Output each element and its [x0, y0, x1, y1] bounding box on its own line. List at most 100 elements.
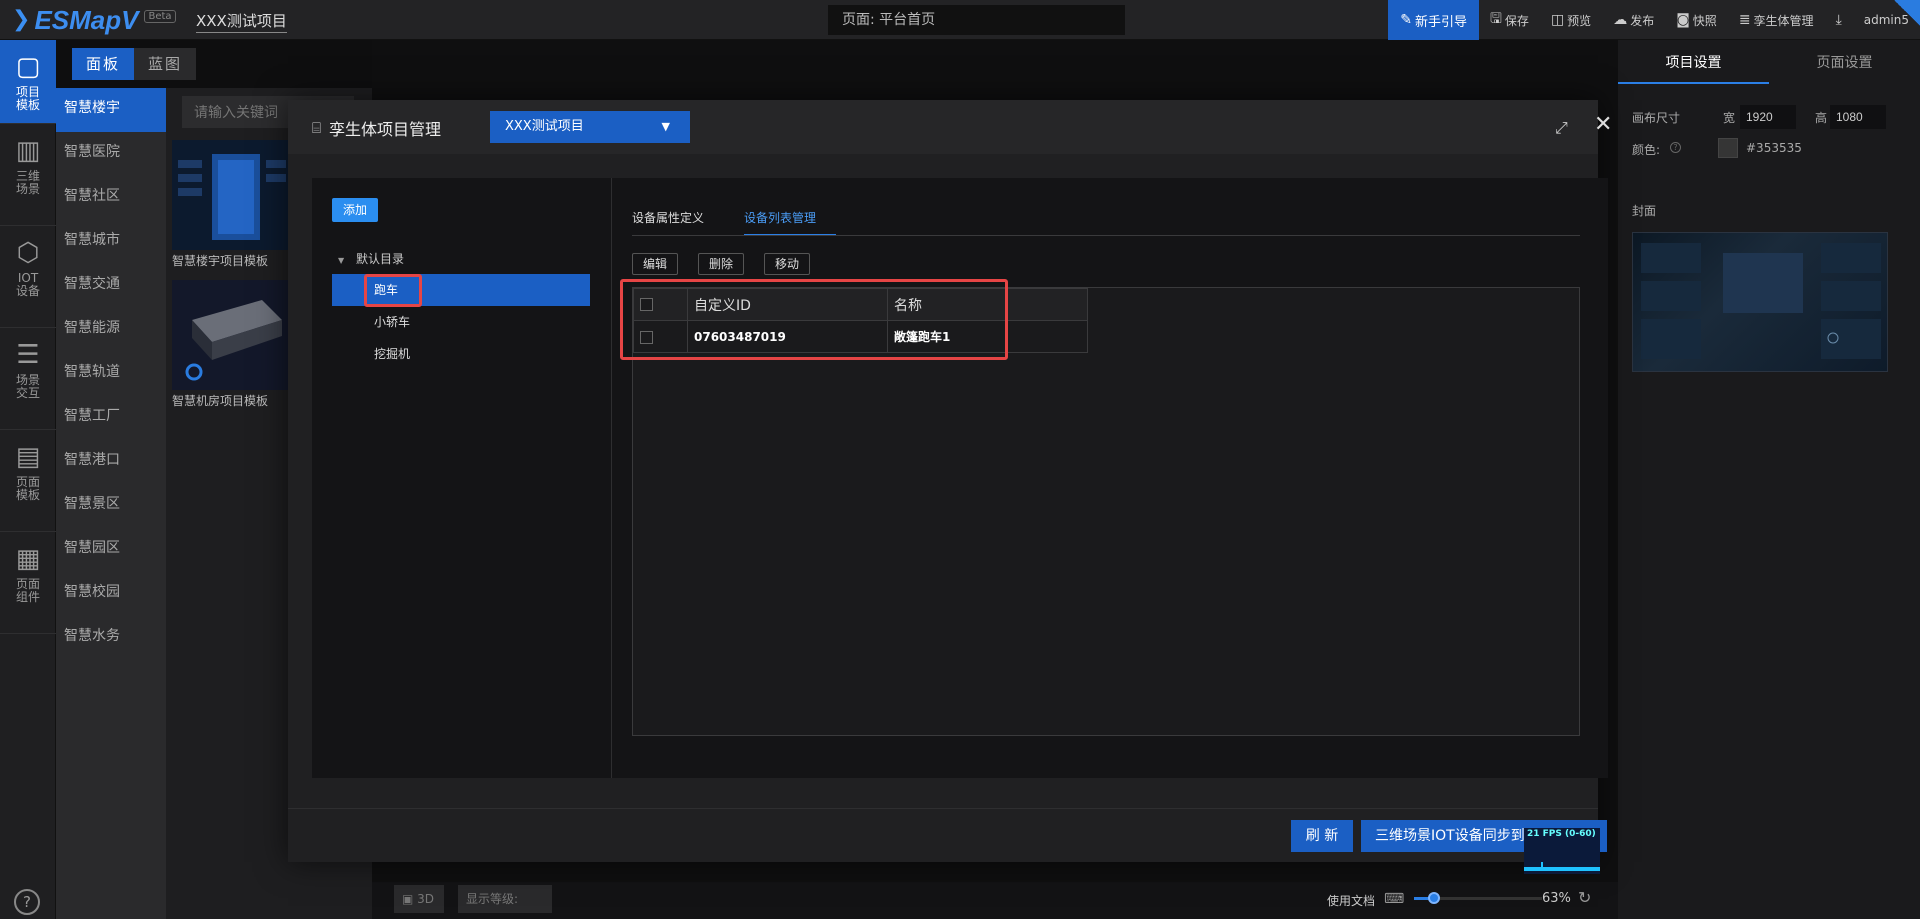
edit-button[interactable]: 编辑 — [632, 253, 679, 275]
table-row[interactable]: 07603487019 敞篷跑车1 — [633, 320, 1088, 353]
cell-custom-id: 07603487019 — [687, 320, 888, 353]
category-item[interactable]: 智慧社区 — [56, 176, 166, 220]
sidebar-item-3d-scene[interactable]: ▥ 三维场景 — [0, 124, 56, 226]
reset-zoom-icon[interactable]: ↻ — [1578, 888, 1591, 907]
zoom-slider-handle[interactable] — [1428, 892, 1440, 904]
sidebar-item-label: IOT设备 — [15, 271, 40, 298]
tab-panel[interactable]: 面板 — [72, 48, 134, 80]
category-item[interactable]: 智慧景区 — [56, 484, 166, 528]
snapshot-button[interactable]: ◙ 快照 — [1665, 0, 1728, 40]
template-label: 智慧机房项目模板 — [172, 394, 269, 408]
canvas-size-label: 画布尺寸 — [1632, 111, 1681, 125]
sidebar-item-label: 三维场景 — [15, 169, 40, 196]
guide-button[interactable]: ✎ 新手引导 — [1388, 0, 1479, 40]
twin-manage-button-label: 孪生体管理 — [1753, 13, 1814, 28]
tree-root[interactable]: ▼ 默认目录 — [338, 250, 404, 267]
tab-page-settings[interactable]: 页面设置 — [1769, 44, 1920, 84]
category-item[interactable]: 智慧园区 — [56, 528, 166, 572]
cube-icon: ▣ — [402, 892, 414, 906]
category-item[interactable]: 智慧校园 — [56, 572, 166, 616]
view-mode-toggle[interactable]: ▣ 3D — [394, 885, 444, 913]
tab-device-list[interactable]: 设备列表管理 — [744, 208, 837, 236]
zoom-value: 63% — [1542, 891, 1571, 906]
tab-blueprint[interactable]: 蓝图 — [134, 48, 196, 80]
keyboard-icon[interactable]: ⌨ — [1384, 891, 1404, 907]
camera-icon: ◫ — [1550, 12, 1565, 28]
category-item[interactable]: 智慧能源 — [56, 308, 166, 352]
building-template-image — [172, 140, 290, 250]
download-button[interactable]: ⤓ — [1825, 0, 1853, 40]
page-select[interactable]: 页面: 平台首页 — [828, 5, 1125, 35]
list-icon: ≣ — [1738, 12, 1751, 28]
category-item[interactable]: 智慧交通 — [56, 264, 166, 308]
snapshot-button-label: 快照 — [1692, 13, 1717, 28]
help-icon[interactable]: ? — [14, 889, 40, 915]
modal-title: ⌸ 孪生体项目管理 — [312, 116, 441, 140]
tab-project-settings[interactable]: 项目设置 — [1618, 44, 1769, 84]
datacenter-template-image — [172, 280, 290, 390]
tabs-divider — [632, 235, 1580, 236]
color-swatch[interactable] — [1718, 138, 1738, 158]
sidebar-item-iot-device[interactable]: ⬡ IOT设备 — [0, 226, 56, 328]
category-item[interactable]: 智慧楼宇 — [56, 88, 166, 132]
sidebar-item-page-template[interactable]: ▤ 页面模板 — [0, 430, 56, 532]
display-level: 显示等级: 20.1 — [458, 885, 552, 913]
tree-node[interactable]: 挖掘机 — [332, 338, 590, 370]
category-item[interactable]: 智慧医院 — [56, 132, 166, 176]
cell-name: 敞篷跑车1 — [887, 320, 1088, 353]
project-name-link[interactable]: XXX测试项目 — [196, 10, 287, 33]
delete-button[interactable]: 删除 — [698, 253, 745, 275]
project-dropdown-value: XXX测试项目 — [505, 119, 584, 134]
cube-icon: ⬡ — [16, 238, 40, 268]
guide-button-label: 新手引导 — [1414, 14, 1467, 30]
row-checkbox[interactable] — [640, 330, 653, 344]
category-list: 智慧楼宇 智慧医院 智慧社区 智慧城市 智慧交通 智慧能源 智慧轨道 智慧工厂 智慧港口 智慧景区… — [56, 88, 166, 919]
sidebar-item-scene-interaction[interactable]: ☰ 场景交互 — [0, 328, 56, 430]
template-icon: ▢ — [15, 52, 41, 82]
tree-node[interactable]: 跑车 — [332, 274, 590, 306]
sidebar-item-label: 场景交互 — [15, 373, 40, 400]
sidebar-item-page-component[interactable]: ▦ 页面组件 — [0, 532, 56, 634]
category-item[interactable]: 智慧工厂 — [56, 396, 166, 440]
tree-divider — [611, 178, 612, 778]
twin-manage-button[interactable]: ≣ 孪生体管理 — [1728, 0, 1825, 40]
cover-dashboard-image — [1641, 243, 1881, 359]
cloud-upload-icon: ☁ — [1613, 12, 1628, 28]
sidebar-item-project-template[interactable]: ▢ 项目模板 — [0, 40, 56, 124]
template-thumbnail[interactable] — [172, 140, 290, 250]
tree-node[interactable]: 小轿车 — [332, 306, 590, 338]
project-dropdown[interactable]: XXX测试项目 ▼ — [490, 111, 690, 143]
category-item[interactable]: 智慧港口 — [56, 440, 166, 484]
canvas-height-input[interactable] — [1830, 105, 1886, 129]
move-button[interactable]: 移动 — [764, 253, 811, 275]
save-button-label: 保存 — [1504, 13, 1529, 28]
layout-icon: ▤ — [15, 442, 41, 472]
view-mode-label: 3D — [417, 892, 435, 906]
modal-header — [288, 100, 1598, 154]
close-icon[interactable]: ✕ — [1594, 114, 1612, 136]
cover-preview-image[interactable] — [1632, 232, 1888, 372]
category-item[interactable]: 智慧城市 — [56, 220, 166, 264]
save-button[interactable]: 🖫 保存 — [1479, 0, 1540, 40]
template-thumbnail[interactable] — [172, 280, 290, 390]
sidebar-item-label: 页面模板 — [15, 475, 40, 502]
sidebar-item-label: 页面组件 — [15, 577, 40, 604]
category-item[interactable]: 智慧水务 — [56, 616, 166, 660]
publish-button-label: 发布 — [1630, 13, 1655, 28]
info-icon: ? — [1670, 142, 1681, 153]
add-button[interactable]: 添加 — [332, 198, 378, 222]
select-all-checkbox[interactable] — [640, 298, 653, 311]
docs-link[interactable]: 使用文档 — [1327, 892, 1375, 909]
preview-button[interactable]: ◫ 预览 — [1540, 0, 1602, 40]
expand-icon[interactable]: ⤢ — [1555, 118, 1568, 138]
logo-icon: ❯ — [12, 7, 31, 32]
caret-down-icon: ▼ — [661, 120, 670, 133]
fps-graph — [1524, 867, 1600, 871]
category-item[interactable]: 智慧轨道 — [56, 352, 166, 396]
download-icon: ⤓ — [1835, 12, 1842, 28]
fps-label: 21 FPS (0-60) — [1527, 829, 1596, 839]
refresh-button[interactable]: 刷 新 — [1291, 820, 1353, 852]
tab-attribute-definition[interactable]: 设备属性定义 — [632, 208, 724, 236]
publish-button[interactable]: ☁ 发布 — [1602, 0, 1665, 40]
canvas-width-input[interactable] — [1740, 105, 1796, 129]
